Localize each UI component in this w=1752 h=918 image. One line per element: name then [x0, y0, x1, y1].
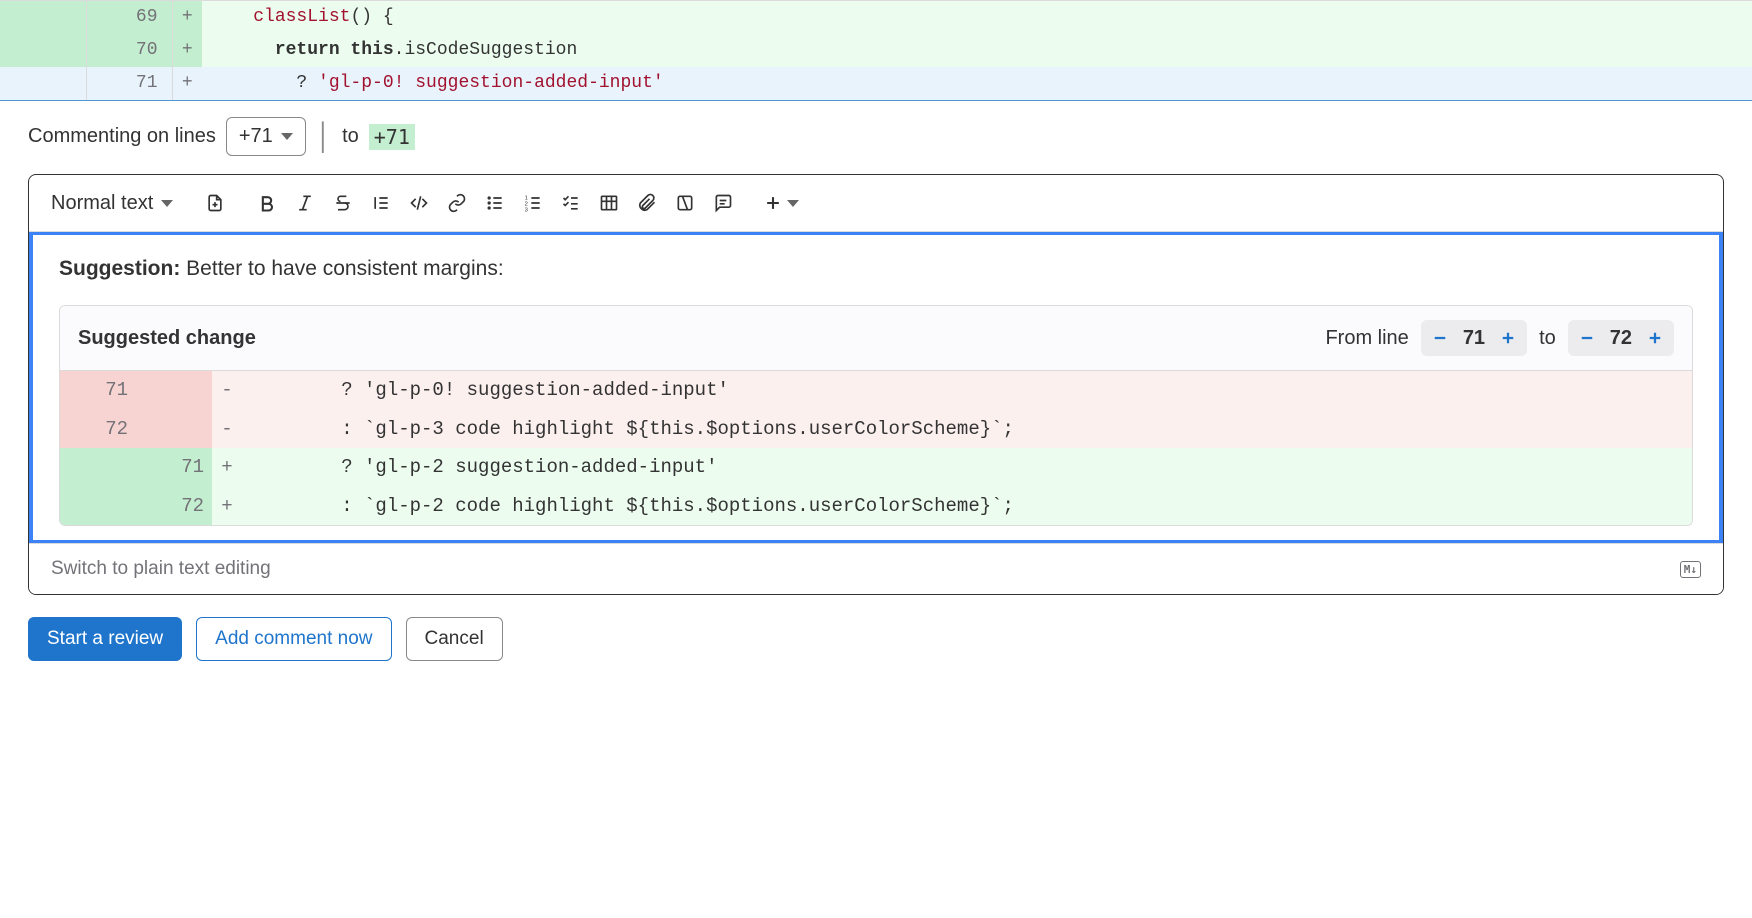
diff-code: return this.isCodeSuggestion: [202, 34, 1752, 67]
code-icon[interactable]: [401, 185, 437, 221]
attachment-icon[interactable]: [629, 185, 665, 221]
new-lineno: [136, 371, 212, 410]
to-line-number: 72: [1604, 327, 1638, 350]
diff-sign: +: [172, 34, 202, 67]
new-lineno: 69: [86, 1, 172, 35]
old-lineno: [0, 34, 86, 67]
diff-code: classList() {: [202, 1, 1752, 35]
to-line-value: +71: [369, 124, 415, 150]
editor-footer: Switch to plain text editing M↓: [29, 543, 1723, 594]
suggestion-text-line: Suggestion: Better to have consistent ma…: [59, 257, 1693, 281]
suggestion-diff-row: 71+ ? 'gl-p-2 suggestion-added-input': [60, 448, 1692, 487]
new-lineno: [136, 410, 212, 449]
italic-icon[interactable]: [287, 185, 323, 221]
diff-code: ? 'gl-p-2 suggestion-added-input': [242, 448, 1692, 487]
text-style-dropdown[interactable]: Normal text: [43, 188, 181, 219]
old-lineno: [60, 487, 136, 526]
suggestion-diff-row: 72+ : `gl-p-2 code highlight ${this.$opt…: [60, 487, 1692, 526]
new-lineno: 72: [136, 487, 212, 526]
more-menu[interactable]: [757, 185, 805, 221]
details-icon[interactable]: [667, 185, 703, 221]
line-range-controls: From line 71 to 72: [1325, 320, 1674, 356]
suggested-change-title: Suggested change: [78, 327, 256, 350]
new-lineno: 71: [136, 448, 212, 487]
from-plus-button[interactable]: [1491, 322, 1525, 354]
diff-sign: -: [212, 371, 242, 410]
new-lineno: 71: [86, 67, 172, 100]
to-label: to: [342, 125, 359, 148]
bullet-list-icon[interactable]: [477, 185, 513, 221]
table-icon[interactable]: [591, 185, 627, 221]
strikethrough-icon[interactable]: [325, 185, 361, 221]
suggested-change-header: Suggested change From line 71 to 72: [60, 306, 1692, 371]
numbered-list-icon[interactable]: 123: [515, 185, 551, 221]
from-line-number: 71: [1457, 327, 1491, 350]
insert-file-icon[interactable]: [197, 185, 233, 221]
diff-row: 69+ classList() {: [0, 1, 1752, 35]
diff-sign: +: [212, 487, 242, 526]
from-line-value: +71: [239, 125, 273, 148]
task-list-icon[interactable]: [553, 185, 589, 221]
chevron-down-icon: [161, 200, 173, 207]
comment-form-region: Commenting on lines +71 │ to +71 Normal …: [0, 100, 1752, 679]
comment-editor: Normal text 123: [28, 174, 1724, 595]
blockquote-icon[interactable]: [363, 185, 399, 221]
new-lineno: 70: [86, 34, 172, 67]
from-minus-button[interactable]: [1423, 322, 1457, 354]
start-review-button[interactable]: Start a review: [28, 617, 182, 661]
old-lineno: [60, 448, 136, 487]
to-minus-button[interactable]: [1570, 322, 1604, 354]
diff-code: ? 'gl-p-0! suggestion-added-input': [242, 371, 1692, 410]
comment-icon[interactable]: [705, 185, 741, 221]
suggestion-diff-row: 71 - ? 'gl-p-0! suggestion-added-input': [60, 371, 1692, 410]
commenting-on-lines: Commenting on lines +71 │ to +71: [28, 117, 1724, 156]
diff-sign: +: [172, 67, 202, 100]
bold-icon[interactable]: [249, 185, 285, 221]
editor-content[interactable]: Suggestion: Better to have consistent ma…: [29, 232, 1723, 543]
diff-row: 70+ return this.isCodeSuggestion: [0, 34, 1752, 67]
editor-toolbar: Normal text 123: [29, 175, 1723, 232]
suggestion-diff: 71- ? 'gl-p-0! suggestion-added-input'72…: [60, 371, 1692, 525]
diff-code: ? 'gl-p-0! suggestion-added-input': [202, 67, 1752, 100]
old-lineno: 71: [60, 371, 136, 410]
from-line-select[interactable]: +71: [226, 117, 306, 156]
diff-sign: +: [212, 448, 242, 487]
diff-code: : `gl-p-2 code highlight ${this.$options…: [242, 487, 1692, 526]
diff-sign: +: [172, 1, 202, 35]
old-lineno: 72: [60, 410, 136, 449]
add-comment-now-button[interactable]: Add comment now: [196, 617, 391, 661]
diff-sign: -: [212, 410, 242, 449]
diff-code: : `gl-p-3 code highlight ${this.$options…: [242, 410, 1692, 449]
old-lineno: [0, 67, 86, 100]
switch-plain-text-link[interactable]: Switch to plain text editing: [51, 558, 271, 580]
cancel-button[interactable]: Cancel: [406, 617, 503, 661]
diff-view: 69+ classList() {70+ return this.isCodeS…: [0, 0, 1752, 100]
old-lineno: [0, 1, 86, 35]
commenting-label: Commenting on lines: [28, 125, 216, 148]
chevron-down-icon: [281, 133, 293, 140]
chevron-down-icon: [787, 200, 799, 207]
markdown-badge-icon[interactable]: M↓: [1680, 561, 1701, 578]
comment-actions: Start a review Add comment now Cancel: [28, 617, 1724, 661]
suggested-change-box: Suggested change From line 71 to 72: [59, 305, 1693, 526]
to-plus-button[interactable]: [1638, 322, 1672, 354]
link-icon[interactable]: [439, 185, 475, 221]
diff-row: 71+ ? 'gl-p-0! suggestion-added-input': [0, 67, 1752, 100]
svg-text:3: 3: [525, 207, 528, 213]
suggestion-diff-row: 72 - : `gl-p-3 code highlight ${this.$opt…: [60, 410, 1692, 449]
